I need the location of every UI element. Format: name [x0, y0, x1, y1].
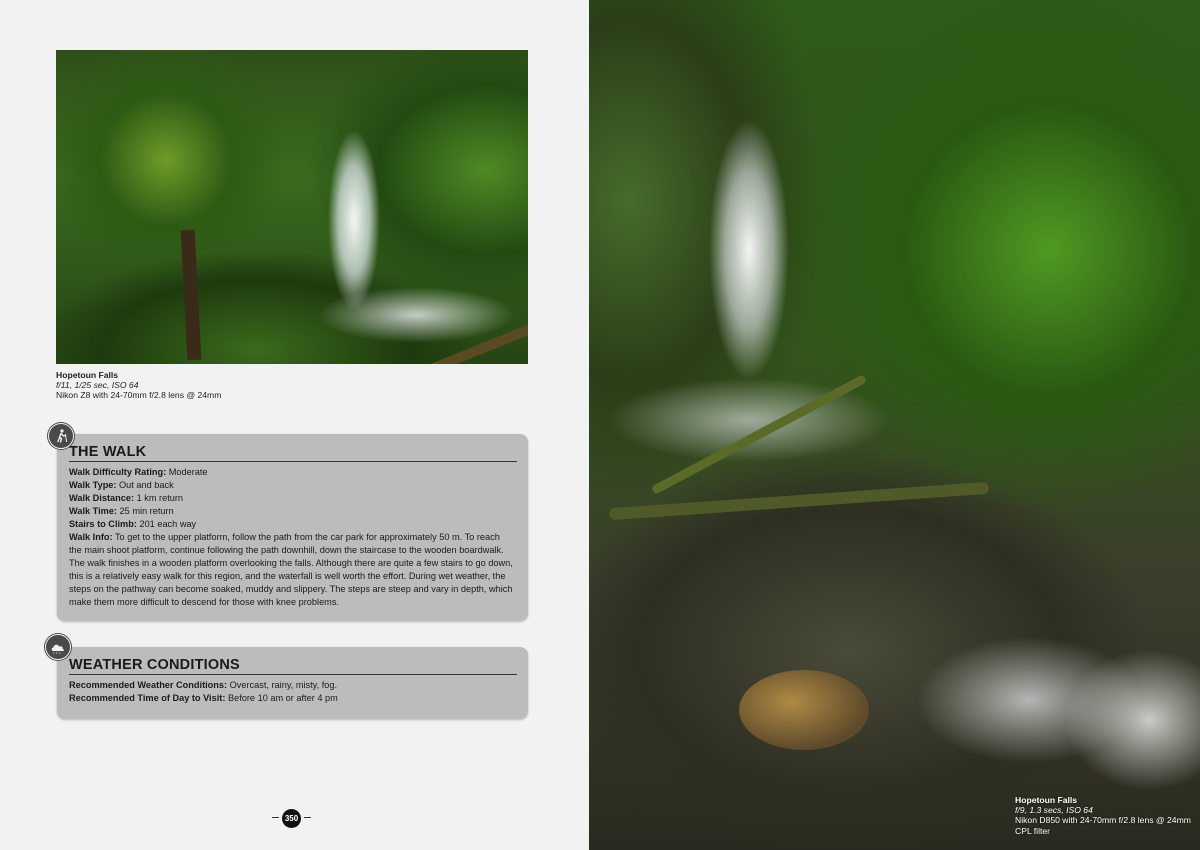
walk-heading: The Walk — [69, 444, 517, 462]
book-spread: Hopetoun Falls f/11, 1/25 sec, ISO 64 Ni… — [0, 0, 1200, 850]
walk-row-info: Walk Info: To get to the upper platform,… — [69, 532, 513, 607]
photo-caption-right: Hopetoun Falls f/9, 1.3 secs, ISO 64 Nik… — [1015, 795, 1191, 836]
photo-hopetoun-falls-full — [589, 0, 1200, 850]
caption-title-right: Hopetoun Falls — [1015, 795, 1078, 805]
walk-body: Walk Difficulty Rating: Moderate Walk Ty… — [69, 466, 515, 609]
page-number-rule-right — [304, 817, 311, 818]
walk-panel: The Walk Walk Difficulty Rating: Moderat… — [57, 434, 528, 621]
walk-row-distance: Walk Distance: 1 km return — [69, 493, 184, 503]
weather-row-time: Recommended Time of Day to Visit: Before… — [69, 693, 338, 703]
fallen-log-upper — [650, 374, 868, 495]
caption-title: Hopetoun Falls — [56, 370, 119, 380]
page-number-rule-left — [272, 817, 279, 818]
caption-gear: Nikon Z8 with 24-70mm f/2.8 lens @ 24mm — [56, 390, 222, 401]
page-number: 350 — [282, 809, 301, 828]
weather-heading: Weather Conditions — [69, 657, 517, 675]
walk-row-difficulty: Walk Difficulty Rating: Moderate — [69, 467, 208, 477]
page-number-marker: 350 — [272, 808, 312, 828]
walk-row-type: Walk Type: Out and back — [69, 480, 174, 490]
fallen-log — [362, 309, 528, 364]
weather-row-conditions: Recommended Weather Conditions: Overcast… — [69, 680, 338, 690]
tree-fern-trunk — [180, 229, 202, 361]
caption-gear-right: Nikon D850 with 24-70mm f/2.8 lens @ 24m… — [1015, 815, 1191, 826]
mossy-rock — [739, 670, 869, 750]
weather-body: Recommended Weather Conditions: Overcast… — [69, 679, 515, 705]
walk-row-stairs: Stairs to Climb: 201 each way — [69, 519, 197, 529]
photo-hopetoun-falls-small — [56, 50, 528, 364]
cloud-icon — [45, 634, 71, 660]
left-page: Hopetoun Falls f/11, 1/25 sec, ISO 64 Ni… — [0, 0, 589, 850]
weather-panel: Weather Conditions Recommended Weather C… — [57, 647, 528, 719]
photo-caption-left: Hopetoun Falls f/11, 1/25 sec, ISO 64 Ni… — [56, 370, 221, 401]
caption-settings: f/11, 1/25 sec, ISO 64 — [56, 380, 139, 391]
walk-row-time: Walk Time: 25 min return — [69, 506, 174, 516]
caption-settings-right: f/9, 1.3 secs, ISO 64 — [1015, 805, 1093, 816]
hiker-icon — [48, 423, 74, 449]
caption-filter-right: CPL filter — [1015, 825, 1051, 836]
